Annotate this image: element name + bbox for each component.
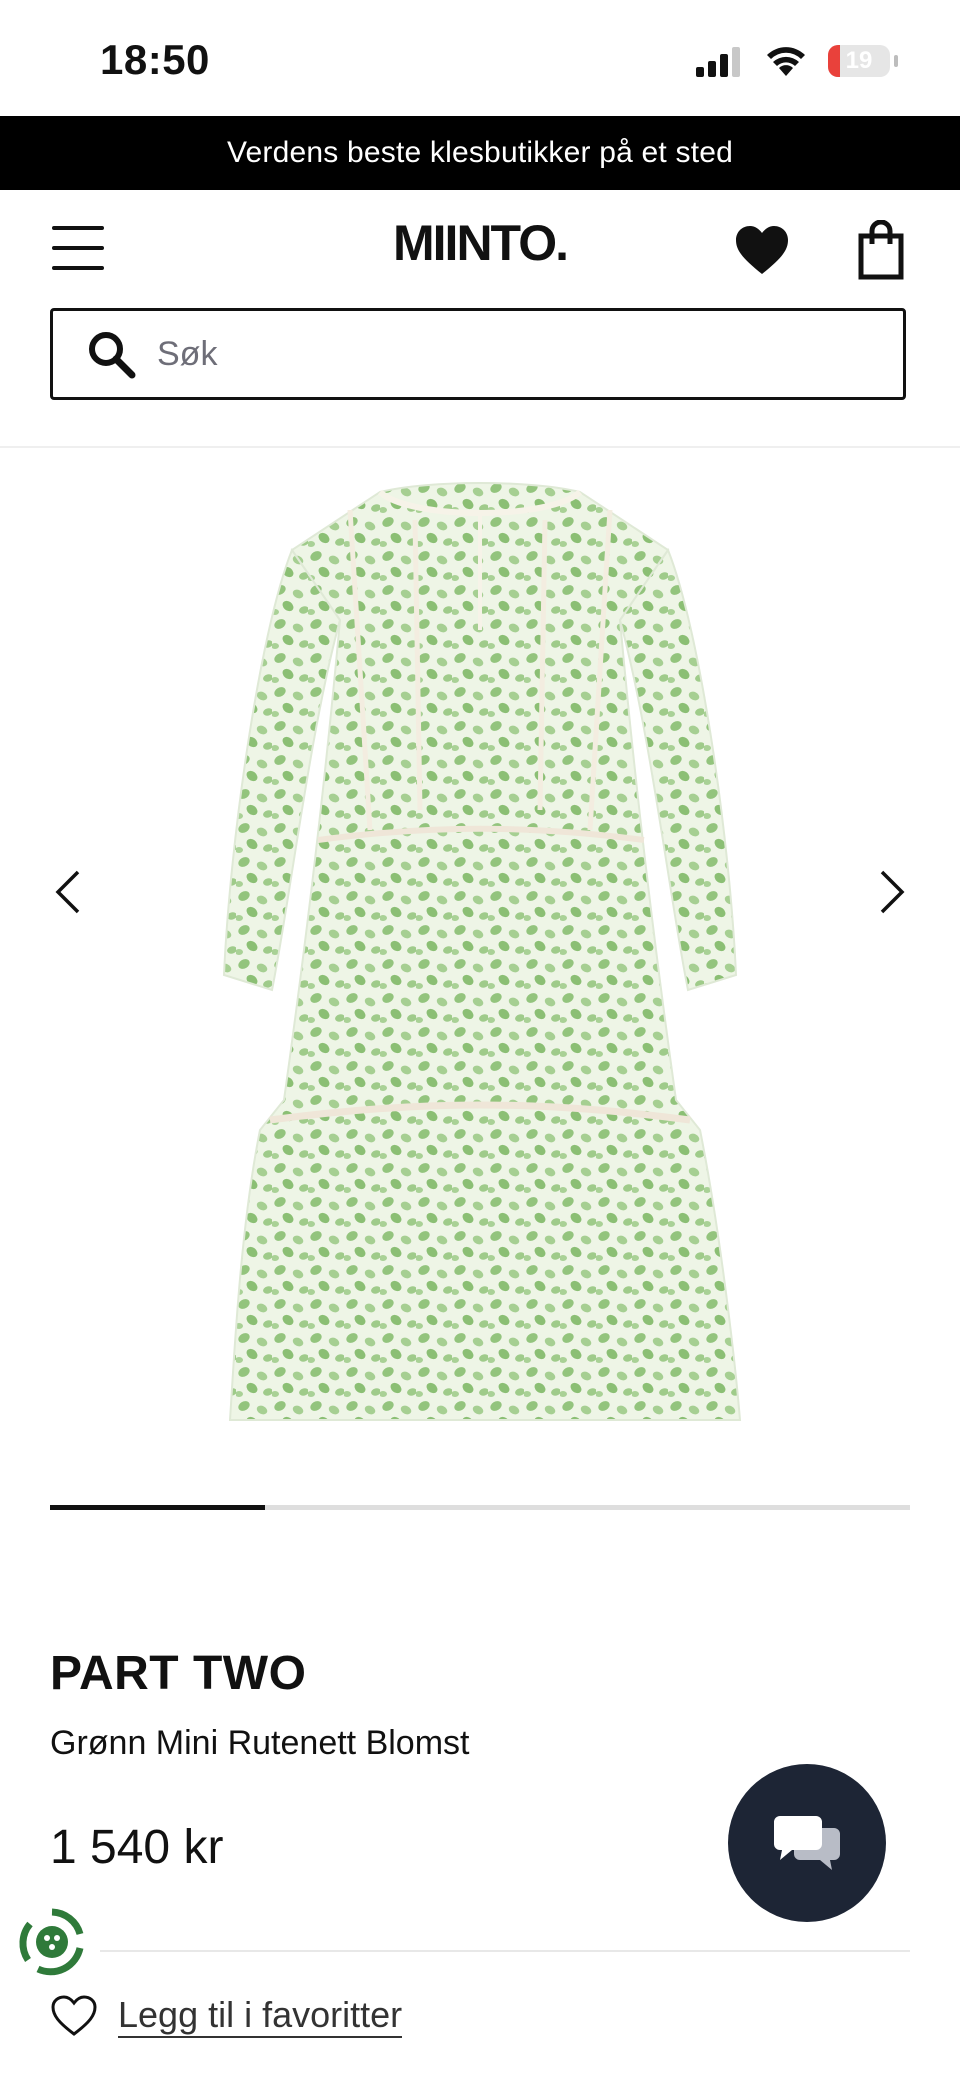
battery-level: 19 [845, 47, 873, 74]
divider [100, 1950, 910, 1952]
carousel-progress-track [50, 1505, 910, 1510]
sustainability-badge-icon[interactable] [16, 1906, 88, 1978]
next-image-arrow-icon[interactable] [874, 868, 908, 916]
previous-image-arrow-icon[interactable] [52, 868, 86, 916]
status-icons: 19 [694, 44, 898, 78]
chat-bubbles-icon [774, 1816, 840, 1870]
wishlist-heart-icon[interactable] [734, 224, 790, 276]
search-icon [89, 332, 136, 379]
add-to-favorites-label[interactable]: Legg til i favoritter [118, 1994, 403, 2038]
status-bar: 18:50 19 [0, 0, 960, 116]
search-input[interactable] [155, 333, 859, 375]
shopping-bag-icon[interactable] [858, 220, 904, 280]
chat-button[interactable] [728, 1764, 886, 1922]
logo[interactable]: MIINTO. [0, 214, 960, 272]
promo-banner: Verdens beste klesbutikker på et sted [0, 116, 960, 190]
product-brand[interactable]: PART TWO [50, 1646, 306, 1701]
add-to-favorites-button[interactable]: Legg til i favoritter [50, 1994, 403, 2038]
product-image[interactable] [200, 480, 760, 1440]
heart-outline-icon [51, 1995, 97, 2036]
search-box[interactable] [50, 308, 906, 400]
header: MIINTO. [0, 190, 960, 308]
battery-icon: 19 [828, 45, 890, 77]
wifi-icon [767, 47, 805, 76]
carousel-progress-fill [50, 1505, 265, 1510]
divider [0, 446, 960, 448]
cellular-signal-icon [696, 47, 740, 77]
status-time: 18:50 [100, 36, 210, 83]
product-name: Grønn Mini Rutenett Blomst [50, 1724, 470, 1762]
product-price: 1 540 kr [50, 1821, 224, 1874]
